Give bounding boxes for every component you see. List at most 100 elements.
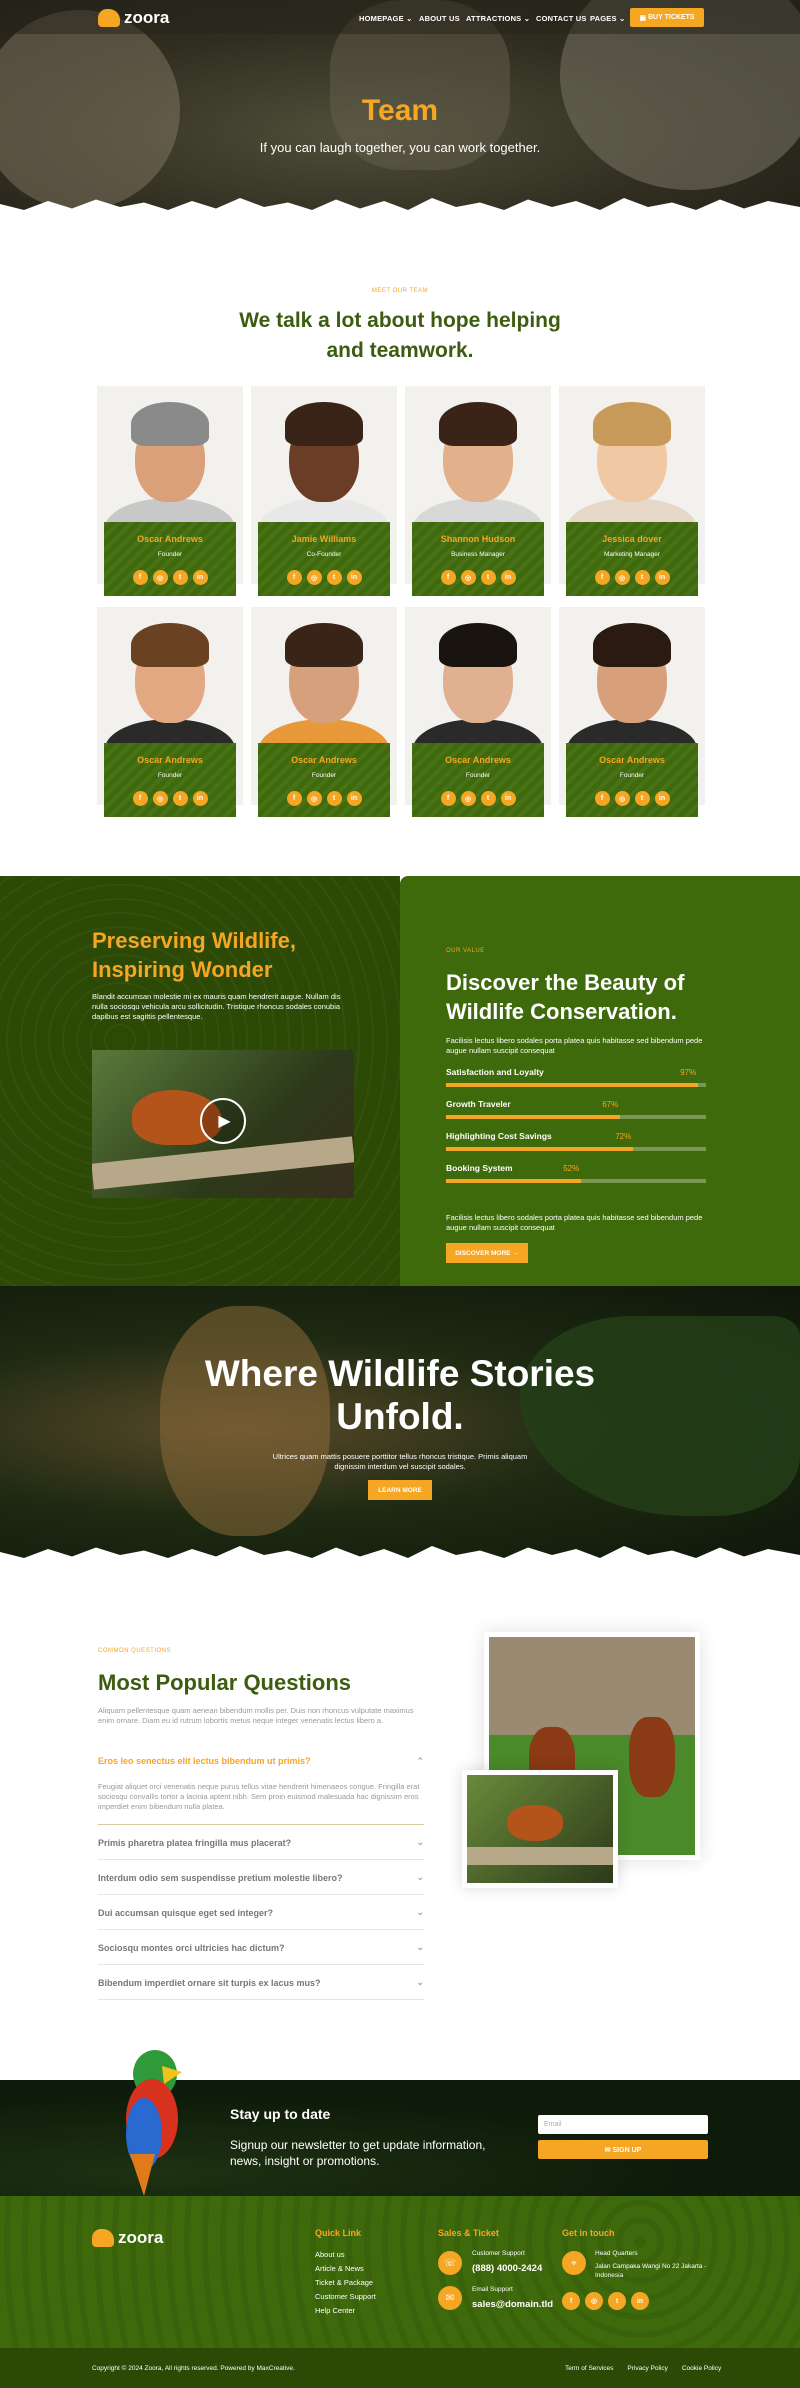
legal-link[interactable]: Term of Services [565, 2365, 613, 2372]
linkedin-icon[interactable]: in [654, 570, 670, 585]
footer-logo[interactable]: zoora [92, 2228, 163, 2248]
twitter-icon[interactable]: t [326, 791, 342, 806]
linkedin-icon[interactable]: in [500, 570, 516, 585]
faq-open-question[interactable]: Eros leo senectus elit lectus bibendum u… [98, 1756, 424, 1776]
team-card: Jessica dover Marketing Manager f ◎ t in [559, 386, 705, 596]
facebook-icon[interactable]: f [440, 791, 456, 806]
social-links: f ◎ t in [566, 791, 698, 806]
faq-question[interactable]: Bibendum imperdiet ornare sit turpis ex … [98, 1966, 424, 2000]
member-role: Founder [157, 551, 183, 558]
nav-attractions[interactable]: ATTRACTIONS ⌄ [466, 14, 530, 23]
instagram-icon[interactable]: ◎ [152, 791, 168, 806]
newsletter-heading: Stay up to date [230, 2106, 331, 2122]
nav-pages[interactable]: PAGES ⌄ [590, 14, 625, 23]
footer-link[interactable]: About us [315, 2250, 345, 2259]
instagram-icon[interactable]: ◎ [614, 570, 630, 585]
learn-more-button[interactable]: LEARN MORE [368, 1480, 432, 1500]
social-links: f ◎ t in [412, 570, 544, 585]
nav-homepage[interactable]: HOMEPAGE ⌄ [359, 14, 413, 23]
nav-contact-us[interactable]: CONTACT US [536, 14, 587, 23]
member-name: Oscar Andrews [137, 534, 203, 544]
twitter-icon[interactable]: t [172, 791, 188, 806]
instagram-icon[interactable]: ◎ [614, 791, 630, 806]
instagram-icon[interactable]: ◎ [306, 570, 322, 585]
twitter-icon[interactable]: t [480, 570, 496, 585]
youtube-icon[interactable]: in [631, 2292, 649, 2310]
progress-track [446, 1083, 706, 1087]
instagram-icon[interactable]: ◎ [306, 791, 322, 806]
instagram-icon[interactable]: ◎ [460, 570, 476, 585]
chevron-down-icon: ⌄ [416, 1907, 424, 1917]
instagram-icon[interactable]: ◎ [152, 570, 168, 585]
faq-question[interactable]: Interdum odio sem suspendisse pretium mo… [98, 1861, 424, 1895]
discover-more-button[interactable]: DISCOVER MORE → [446, 1243, 528, 1263]
faq-question[interactable]: Dui accumsan quisque eget sed integer? ⌄ [98, 1896, 424, 1930]
values-text: Facilisis lectus libero sodales porta pl… [446, 1036, 703, 1055]
faq-question[interactable]: Primis pharetra platea fringilla mus pla… [98, 1826, 424, 1860]
legal-link[interactable]: Cookie Policy [682, 2365, 721, 2372]
play-icon: ▶ [218, 1113, 231, 1130]
team-card: Oscar Andrews Founder f ◎ t in [559, 607, 705, 817]
nav-about-us[interactable]: ABOUT US [419, 14, 460, 23]
linkedin-icon[interactable]: in [500, 791, 516, 806]
facebook-icon[interactable]: f [562, 2292, 580, 2310]
facebook-icon[interactable]: f [440, 570, 456, 585]
twitter-icon[interactable]: t [608, 2292, 626, 2310]
support-email[interactable]: sales@domain.tld [472, 2299, 553, 2310]
elephant-logo-icon [92, 2229, 114, 2247]
faq-intro: Aliquam pellentesque quam aenean bibendu… [98, 1706, 414, 1725]
linkedin-icon[interactable]: in [192, 791, 208, 806]
facebook-icon[interactable]: f [286, 791, 302, 806]
team-photo [405, 386, 551, 526]
twitter-icon[interactable]: t [634, 791, 650, 806]
linkedin-icon[interactable]: in [192, 570, 208, 585]
play-button[interactable]: ▶ [200, 1098, 246, 1144]
social-links: f ◎ t in [104, 570, 236, 585]
member-name: Oscar Andrews [291, 755, 357, 765]
twitter-icon[interactable]: t [634, 570, 650, 585]
facebook-icon[interactable]: f [594, 570, 610, 585]
hq-address: Jalan Campaka Wangi No 22 Jakarta - Indo… [595, 2263, 707, 2279]
quick-link-heading: Quick Link [315, 2228, 362, 2238]
twitter-icon[interactable]: t [326, 570, 342, 585]
chevron-down-icon: ⌄ [416, 1977, 424, 1987]
sign-up-button[interactable]: ✉ SIGN UP [538, 2140, 708, 2159]
legal-links: Term of Services Privacy Policy Cookie Pol… [565, 2365, 721, 2372]
footer-link[interactable]: Ticket & Package [315, 2278, 373, 2287]
faq-question[interactable]: Sociosqu montes orci ultricies hac dictu… [98, 1931, 424, 1965]
legal-link[interactable]: Privacy Policy [627, 2365, 667, 2372]
team-info: Shannon Hudson Business Manager f ◎ t in [412, 522, 544, 596]
progress-track [446, 1179, 706, 1183]
twitter-icon[interactable]: t [480, 791, 496, 806]
footer-link[interactable]: Customer Support [315, 2292, 376, 2301]
faq-open-answer: Feugiat aliquet orci venenatis neque pur… [98, 1782, 420, 1811]
copyright: Copyright © 2024 Zoora, All rights reser… [92, 2365, 295, 2372]
red-panda-photo [462, 1770, 618, 1888]
values-eyebrow: OUR VALUE [446, 948, 485, 954]
instagram-icon[interactable]: ◎ [460, 791, 476, 806]
linkedin-icon[interactable]: in [346, 570, 362, 585]
linkedin-icon[interactable]: in [654, 791, 670, 806]
member-name: Jessica dover [602, 534, 662, 544]
parrot-image [126, 2050, 182, 2196]
site-logo[interactable]: zoora [98, 8, 169, 28]
member-role: Founder [157, 772, 183, 779]
email-input[interactable]: Email [538, 2115, 708, 2134]
email-label: Email Support [472, 2286, 513, 2293]
facebook-icon[interactable]: f [594, 791, 610, 806]
footer-link[interactable]: Article & News [315, 2264, 364, 2273]
support-phone[interactable]: (888) 4000-2424 [472, 2263, 542, 2274]
facebook-icon[interactable]: f [286, 570, 302, 585]
team-photo [405, 607, 551, 747]
twitter-icon[interactable]: t [172, 570, 188, 585]
footer-link[interactable]: Help Center [315, 2306, 355, 2315]
facebook-icon[interactable]: f [132, 570, 148, 585]
team-photo [251, 386, 397, 526]
instagram-icon[interactable]: ◎ [585, 2292, 603, 2310]
facebook-icon[interactable]: f [132, 791, 148, 806]
support-label: Customer Support [472, 2250, 525, 2257]
buy-tickets-button[interactable]: ▣ BUY TICKETS [630, 8, 704, 27]
linkedin-icon[interactable]: in [346, 791, 362, 806]
bar-percent: 52% [563, 1164, 580, 1173]
team-eyebrow: MEET OUR TEAM [371, 288, 429, 294]
